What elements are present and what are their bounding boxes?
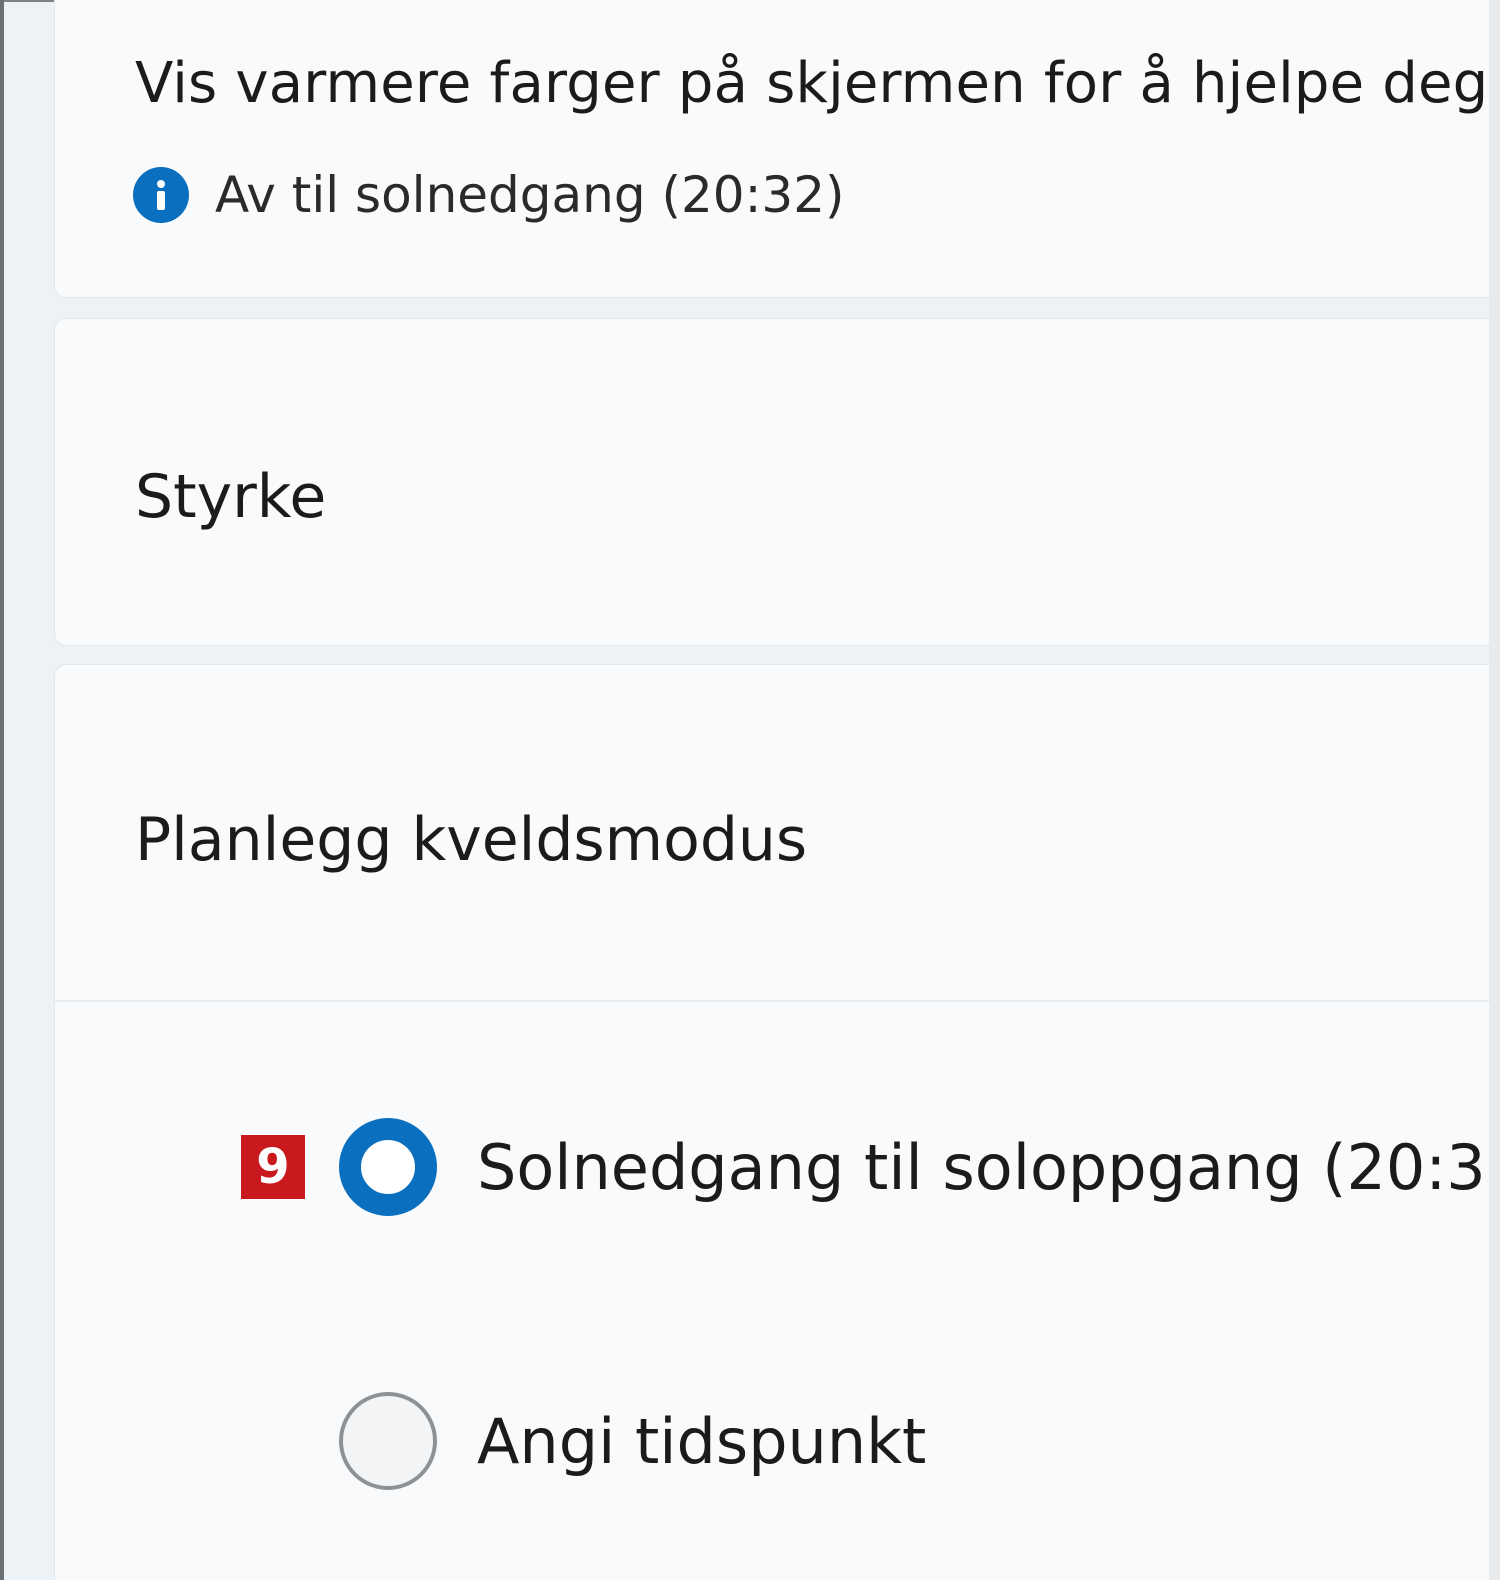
divider — [55, 1000, 1500, 1002]
radio-label: Solnedgang til soloppgang (20:32 — [477, 1130, 1500, 1204]
annotation-badge: 9 — [241, 1135, 305, 1199]
info-icon — [133, 167, 189, 223]
strength-label: Styrke — [135, 462, 327, 532]
window-left-border — [0, 0, 4, 1580]
radio-label: Angi tidspunkt — [477, 1404, 927, 1478]
radio-button-selected[interactable] — [339, 1118, 437, 1216]
schedule-card: Planlegg kveldsmodus 9 Solnedgang til so… — [54, 664, 1500, 1580]
radio-button-unselected[interactable] — [339, 1392, 437, 1490]
radio-option-set-hours[interactable]: Angi tidspunkt — [339, 1392, 926, 1490]
status-text: Av til solnedgang (20:32) — [215, 166, 845, 224]
radio-option-sunset-to-sunrise[interactable]: Solnedgang til soloppgang (20:32 — [339, 1118, 1500, 1216]
settings-panel: Vis varmere farger på skjermen for å hje… — [0, 0, 1500, 1580]
description-text: Vis varmere farger på skjermen for å hje… — [135, 51, 1500, 116]
window-right-border — [1489, 0, 1500, 1580]
schedule-toggle-label[interactable]: Planlegg kveldsmodus — [135, 805, 807, 875]
night-light-description-card: Vis varmere farger på skjermen for å hje… — [54, 0, 1500, 298]
strength-card: Styrke — [54, 318, 1500, 646]
status-line: Av til solnedgang (20:32) — [133, 166, 845, 224]
